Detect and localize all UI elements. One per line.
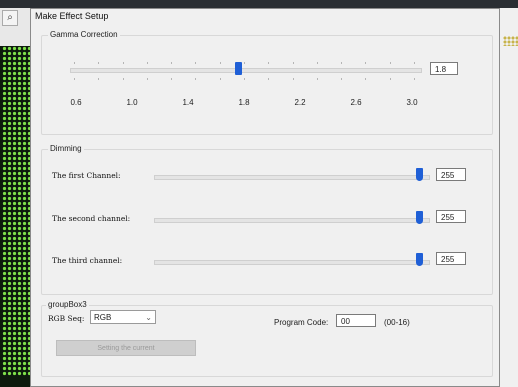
rgb-seq-label: RGB Seq: xyxy=(48,314,85,323)
third-channel-slider-track[interactable] xyxy=(154,260,430,265)
gamma-tick-mark xyxy=(389,62,391,64)
gamma-tick-mark xyxy=(316,78,318,80)
second-channel-value-field[interactable]: 255 xyxy=(436,210,466,223)
gamma-tick-mark xyxy=(414,78,415,80)
gamma-tick-mark xyxy=(244,78,245,80)
gamma-tick-mark xyxy=(98,62,100,64)
gamma-tick-label: 1.0 xyxy=(126,98,138,107)
program-code-range: (00-16) xyxy=(384,318,410,327)
setting-the-current-button[interactable]: Setting the current xyxy=(56,340,196,356)
gamma-tick-mark xyxy=(171,62,173,64)
gamma-value-field[interactable]: 1.8 xyxy=(430,62,458,75)
search-icon: ⌕ xyxy=(7,12,13,23)
gamma-group-label: Gamma Correction xyxy=(48,30,120,39)
second-channel-slider-track[interactable] xyxy=(154,218,430,223)
gamma-tick-label: 0.6 xyxy=(70,98,82,107)
gamma-tick-label: 1.4 xyxy=(182,98,194,107)
gamma-tick-mark xyxy=(146,78,148,80)
gamma-tick-label: 2.6 xyxy=(350,98,362,107)
third-channel-slider-thumb[interactable] xyxy=(416,253,423,266)
gamma-tick-mark xyxy=(316,62,318,64)
gamma-tick-mark xyxy=(74,78,75,80)
gamma-tick-mark xyxy=(195,62,197,64)
background-led-dots xyxy=(503,36,518,46)
gamma-tick-label: 1.8 xyxy=(238,98,250,107)
gamma-tick-mark xyxy=(219,78,221,80)
groupbox3-label: groupBox3 xyxy=(46,300,89,309)
window-title: Make Effect Setup xyxy=(35,11,109,21)
gamma-tick-mark xyxy=(365,78,367,80)
gamma-tick-mark xyxy=(389,78,391,80)
gamma-tick-mark xyxy=(268,62,270,64)
gamma-tick-mark xyxy=(292,62,294,64)
second-channel-label: The second channel: xyxy=(52,214,131,223)
second-channel-slider-thumb[interactable] xyxy=(416,211,423,224)
third-channel-label: The third channel: xyxy=(52,256,123,265)
gamma-slider-thumb[interactable] xyxy=(235,62,242,75)
first-channel-label: The first Channel: xyxy=(52,171,121,180)
gamma-tick-mark xyxy=(341,62,343,64)
make-effect-setup-dialog: Make Effect Setup Gamma Correction 1.8 0… xyxy=(30,8,500,387)
background-right-panel xyxy=(500,8,518,387)
gamma-tick-label: 2.2 xyxy=(294,98,306,107)
gamma-tick-mark xyxy=(365,62,367,64)
gamma-tick-mark xyxy=(268,78,270,80)
gamma-tick-mark xyxy=(414,62,415,64)
rgb-seq-value: RGB xyxy=(94,313,112,322)
first-channel-value-field[interactable]: 255 xyxy=(436,168,466,181)
gamma-tick-mark xyxy=(244,62,245,64)
first-channel-slider-thumb[interactable] xyxy=(416,168,423,181)
background-taskbar xyxy=(0,0,518,8)
gamma-tick-mark xyxy=(74,62,75,64)
program-code-label: Program Code: xyxy=(274,318,329,327)
gamma-tick-mark xyxy=(146,62,148,64)
search-button[interactable]: ⌕ xyxy=(2,10,18,26)
gamma-correction-group: Gamma Correction 1.8 0.6 1.0 1.4 1.8 2.2… xyxy=(41,30,493,135)
third-channel-value-field[interactable]: 255 xyxy=(436,252,466,265)
groupbox3-group: groupBox3 RGB Seq: RGB ⌄ Program Code: 0… xyxy=(41,300,493,377)
chevron-down-icon: ⌄ xyxy=(145,313,152,322)
first-channel-slider-track[interactable] xyxy=(154,175,430,180)
gamma-tick-mark xyxy=(122,62,124,64)
gamma-tick-mark xyxy=(195,78,197,80)
dimming-group-label: Dimming xyxy=(48,144,84,153)
gamma-tick-mark xyxy=(341,78,343,80)
gamma-tick-label: 3.0 xyxy=(406,98,418,107)
dimming-group: Dimming The first Channel: 255 The secon… xyxy=(41,144,493,295)
gamma-tick-mark xyxy=(122,78,124,80)
gamma-slider-track[interactable] xyxy=(70,68,422,73)
gamma-tick-mark xyxy=(171,78,173,80)
rgb-seq-dropdown[interactable]: RGB ⌄ xyxy=(90,310,156,324)
gamma-tick-mark xyxy=(98,78,100,80)
program-code-input[interactable]: 00 xyxy=(336,314,376,327)
led-matrix-preview xyxy=(2,46,30,376)
gamma-tick-mark xyxy=(292,78,294,80)
gamma-tick-mark xyxy=(219,62,221,64)
